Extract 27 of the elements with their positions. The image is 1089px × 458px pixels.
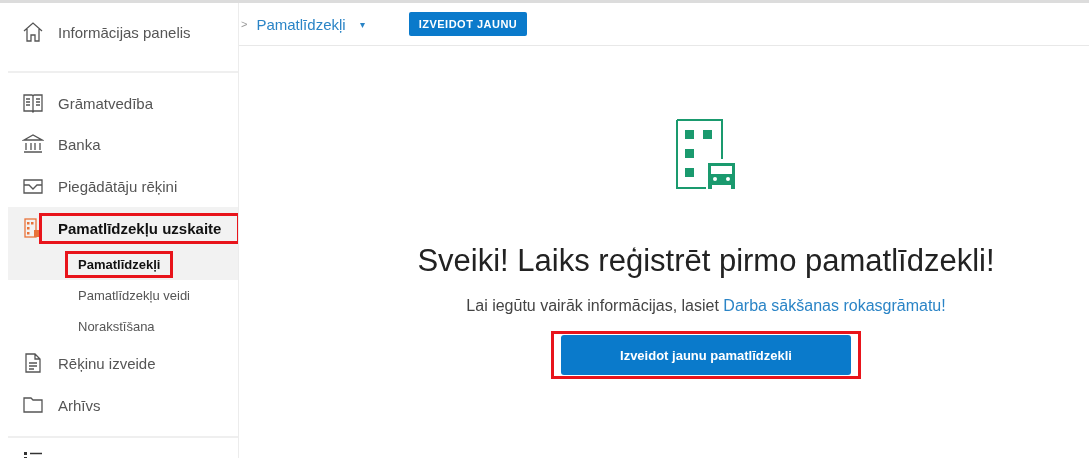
sidebar-subitem[interactable]: Pamatlīdzekļi <box>8 249 238 280</box>
book-icon <box>22 92 44 114</box>
document-icon <box>22 352 44 374</box>
highlight-frame: Pamatlīdzekļi <box>68 254 171 275</box>
sidebar-item[interactable]: Banka <box>8 123 238 165</box>
breadcrumb-separator: > <box>241 18 248 30</box>
home-icon <box>22 21 44 43</box>
folder-icon <box>22 394 44 416</box>
sidebar-subitem[interactable]: Pamatlīdzekļu veidi <box>8 280 238 311</box>
dropdown-caret[interactable]: ▾ <box>359 18 365 30</box>
sidebar-subitem[interactable]: Norakstīšana <box>8 311 238 342</box>
sidebar-item[interactable]: Pamatlīdzekļu uzskaite <box>8 207 238 249</box>
breadcrumb-link[interactable]: Pamatlīdzekļi <box>256 15 346 33</box>
list-icon[interactable] <box>22 450 44 458</box>
sidebar-item[interactable]: Informācijas panelis <box>8 3 238 61</box>
sidebar-item[interactable]: Grāmatvedība <box>8 83 238 123</box>
building-icon <box>676 119 736 189</box>
guide-link[interactable]: Darba sākšanas rokasgrāmatu! <box>723 297 946 314</box>
sidebar-item[interactable]: Arhīvs <box>8 384 238 426</box>
highlight-frame: Pamatlīdzekļu uzskaite <box>42 215 238 241</box>
help-text: Lai iegūtu vairāk informācijas, lasiet Darba sākšanas rokasgrāmatu! <box>466 297 946 315</box>
bank-icon <box>22 133 44 155</box>
create-new-button[interactable]: IZVEIDOT JAUNU <box>408 12 528 36</box>
create-asset-button[interactable]: Izveidot jaunu pamatlīdzekli <box>561 335 851 375</box>
sidebar-item[interactable]: Rēķinu izveide <box>8 342 238 384</box>
welcome-heading: Sveiki! Laiks reģistrēt pirmo pamatlīdzekli! <box>417 243 995 279</box>
sidebar-item[interactable]: Piegādātāju rēķini <box>8 165 238 207</box>
